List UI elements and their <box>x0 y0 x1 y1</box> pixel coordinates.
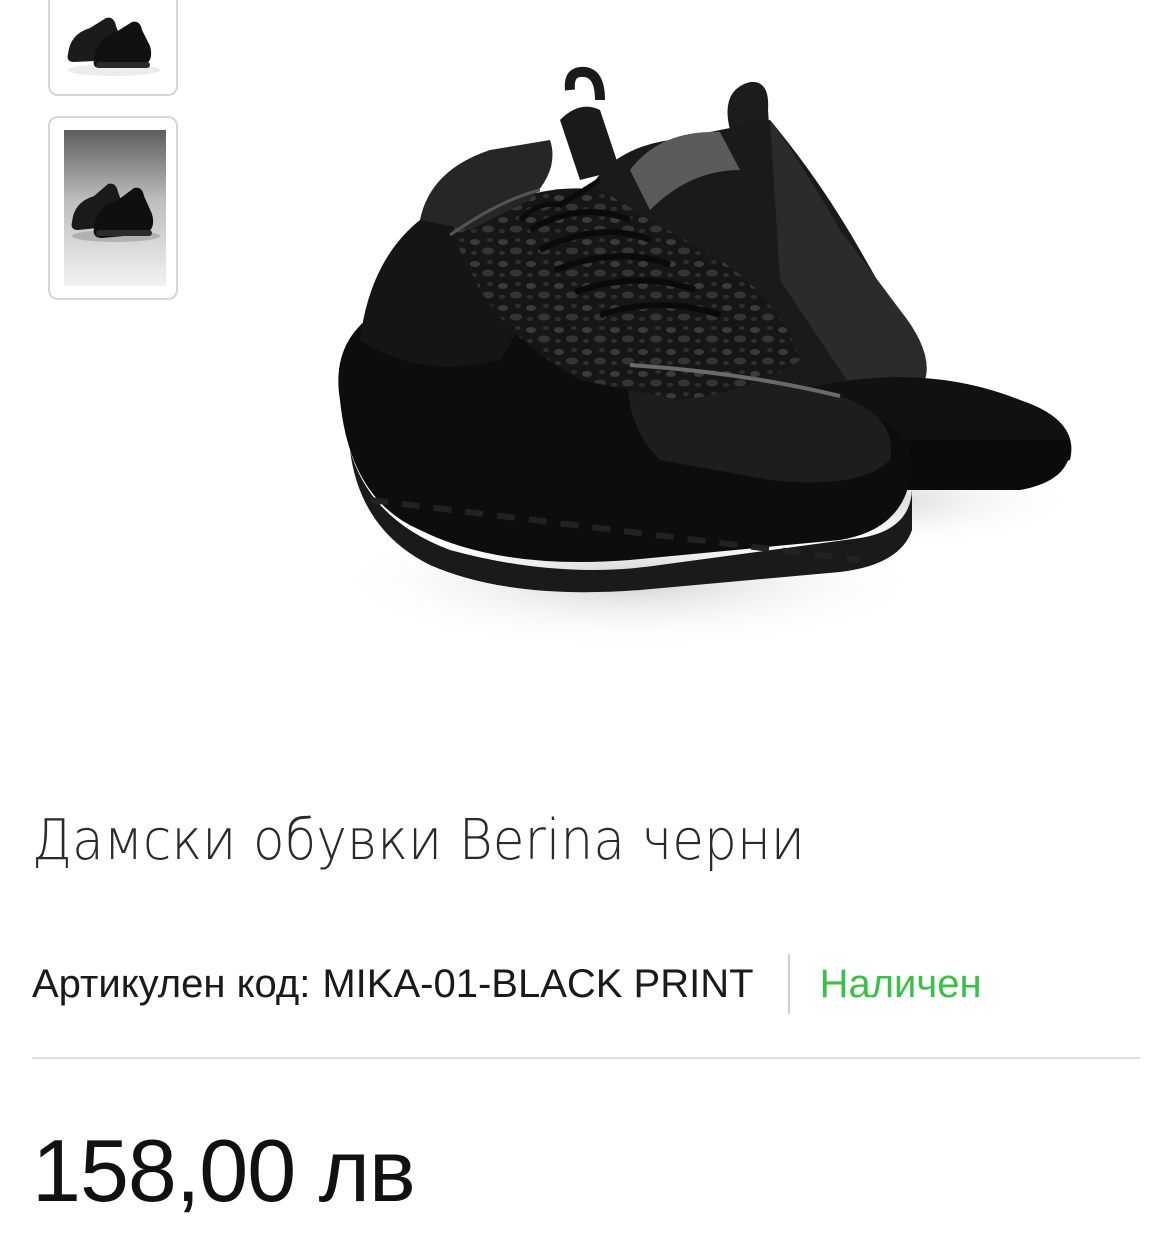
sku-value: MIKA-01-BLACK PRINT <box>322 961 754 1006</box>
availability-status: Наличен <box>819 961 982 1006</box>
sku: Артикулен код: MIKA-01-BLACK PRINT <box>32 962 754 1007</box>
meta-divider <box>787 954 790 1014</box>
product-meta-row: Артикулен код: MIKA-01-BLACK PRINT Налич… <box>32 954 982 1014</box>
section-divider <box>32 1057 1140 1059</box>
product-price: 158,00 лв <box>32 1121 416 1220</box>
sku-label: Артикулен код: <box>32 961 311 1006</box>
gallery-thumbnail-2[interactable] <box>48 116 178 300</box>
sneaker-pair-thumbnail-icon <box>50 0 176 94</box>
gallery-thumbnail-1[interactable] <box>48 0 178 96</box>
product-main-image[interactable] <box>300 60 1100 700</box>
sneaker-pair-thumbnail-studio-icon <box>64 130 166 286</box>
black-chunky-sneakers-photo-icon <box>330 66 1080 650</box>
product-title: Дамски обувки Berina черни <box>32 808 806 873</box>
